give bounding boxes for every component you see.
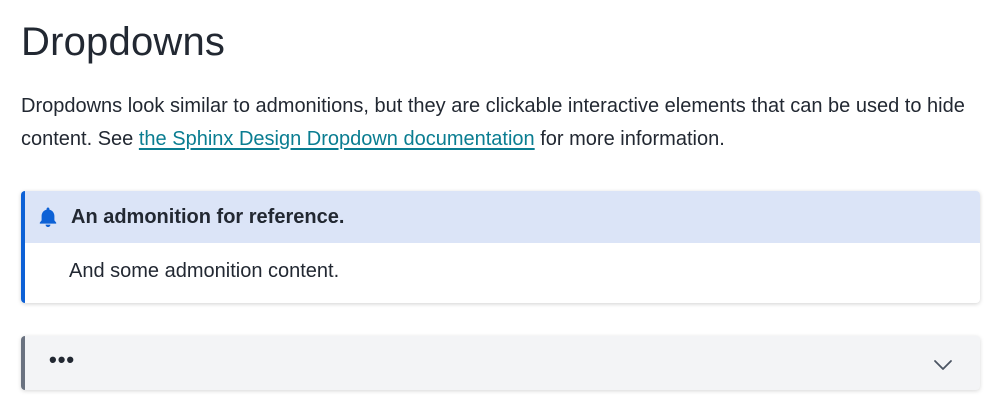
- sphinx-design-dropdown-docs-link[interactable]: the Sphinx Design Dropdown documentation: [139, 128, 535, 150]
- admonition-body: And some admonition content.: [69, 260, 340, 282]
- bell-icon: [37, 206, 59, 228]
- admonition-box: An admonition for reference. And some ad…: [21, 191, 980, 303]
- dropdown-toggle[interactable]: •••: [21, 336, 980, 390]
- intro-text-after-link: for more information.: [534, 128, 725, 150]
- dropdown-summary: •••: [49, 347, 76, 372]
- chevron-down-icon[interactable]: [932, 354, 954, 376]
- page-title: Dropdowns: [21, 20, 226, 64]
- admonition-title: An admonition for reference.: [71, 205, 345, 228]
- intro-paragraph: Dropdowns look similar to admonitions, b…: [21, 90, 980, 156]
- admonition-title-bar: An admonition for reference.: [25, 191, 980, 243]
